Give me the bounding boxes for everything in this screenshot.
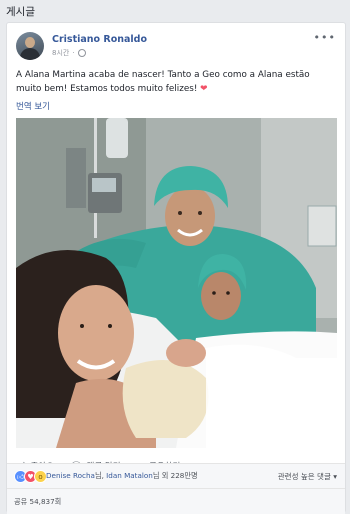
share-count[interactable]: 공유 54,837회 xyxy=(14,497,61,507)
comment-sort-dropdown[interactable]: 관련성 높은 댓글 ▾ xyxy=(278,471,337,482)
author-name[interactable]: Cristiano Ronaldo xyxy=(52,34,147,45)
reactions-summary[interactable]: Denise Rocha님, Idan Matalon님 외 228만명 xyxy=(46,471,198,481)
avatar-body xyxy=(20,48,40,60)
post-meta: 8시간 · xyxy=(52,48,86,58)
reactor-separator: 님, xyxy=(94,471,107,480)
post-card: Cristiano Ronaldo 8시간 · ••• A Alana Mart… xyxy=(6,22,346,514)
photo-illustration xyxy=(16,118,337,448)
translate-link[interactable]: 번역 보기 xyxy=(16,100,50,112)
post-photo[interactable] xyxy=(16,118,337,448)
more-options-icon[interactable]: ••• xyxy=(314,31,336,44)
reactor-rest: 님 외 228만명 xyxy=(152,471,198,480)
globe-icon xyxy=(77,49,86,57)
avatar-head xyxy=(25,37,35,48)
reactor-name-2[interactable]: Idan Matalon xyxy=(106,471,153,480)
share-bar: 공유 54,837회 xyxy=(7,488,345,514)
reaction-icons[interactable]: 👍︎ ♥ o xyxy=(14,470,47,483)
caption-text: A Alana Martina acaba de nascer! Tanto a… xyxy=(16,70,310,94)
dot-separator: · xyxy=(72,49,75,57)
heart-emoji: ❤ xyxy=(200,84,208,94)
post-time[interactable]: 8시간 xyxy=(52,48,69,58)
avatar[interactable] xyxy=(16,32,44,60)
reactions-bar: 👍︎ ♥ o Denise Rocha님, Idan Matalon님 외 22… xyxy=(7,463,345,489)
post-caption: A Alana Martina acaba de nascer! Tanto a… xyxy=(16,68,332,96)
reactor-name-1[interactable]: Denise Rocha xyxy=(46,471,95,480)
section-title: 게시글 xyxy=(6,6,35,18)
post-header: Cristiano Ronaldo 8시간 · ••• xyxy=(16,31,336,64)
